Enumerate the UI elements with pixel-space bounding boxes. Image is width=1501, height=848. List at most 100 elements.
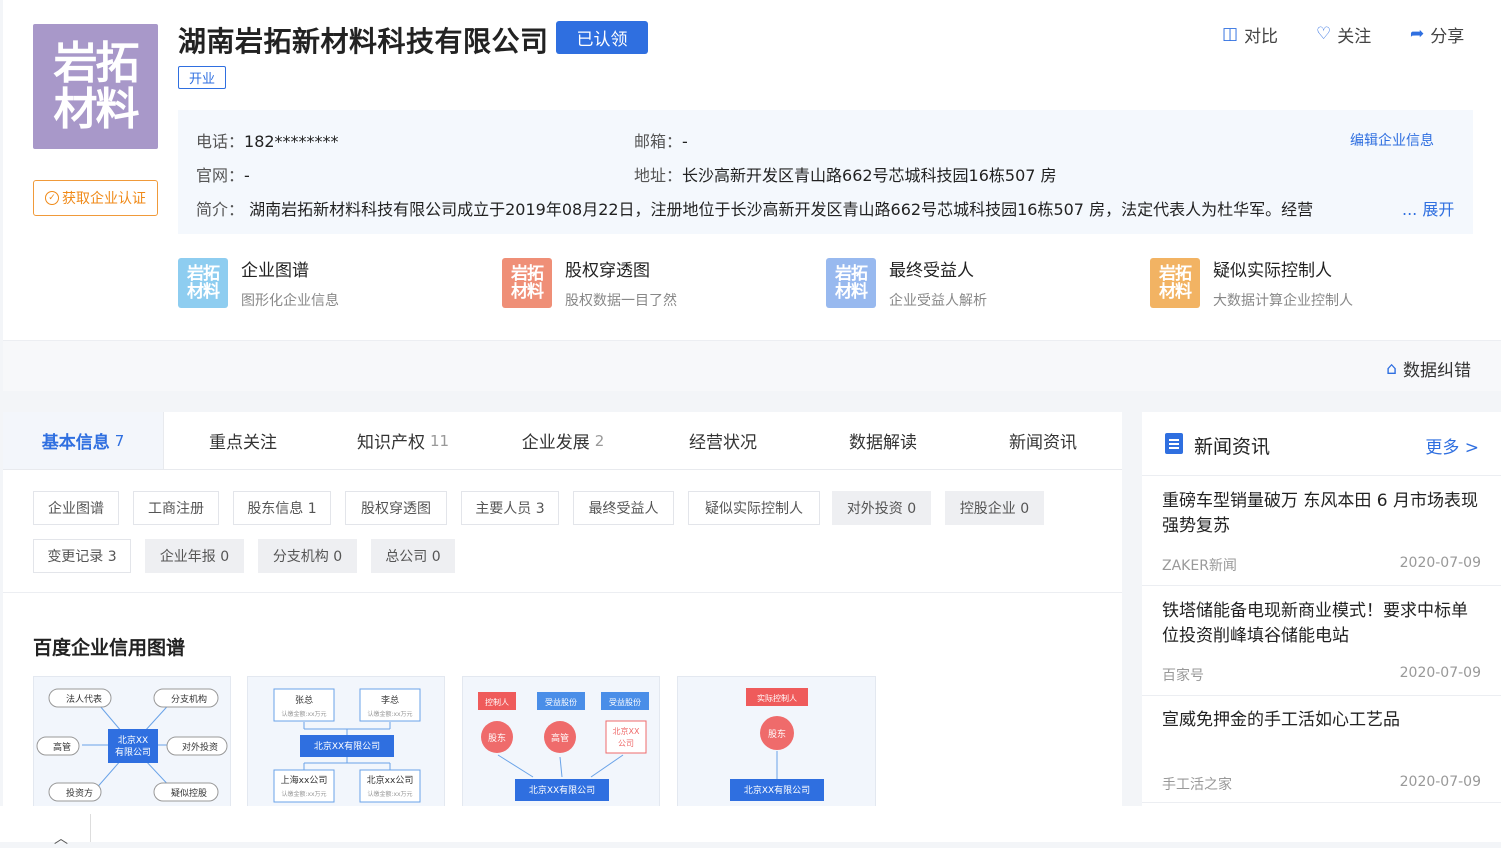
website-row: 官网：-: [196, 166, 250, 185]
data-fix-band: [3, 340, 1501, 391]
equity-center: 北京XX有限公司: [314, 740, 380, 752]
intro-value: 湖南岩拓新材料科技有限公司成立于2019年08月22日，注册地位于长沙高新开发区…: [249, 200, 1314, 219]
feature-logo: 岩拓 材料: [826, 258, 876, 308]
data-correction-button[interactable]: ⌂ 数据纠错: [1386, 356, 1471, 382]
svg-text:认缴金额:xx万元: 认缴金额:xx万元: [367, 710, 412, 718]
graph-node-executive: 高管: [53, 741, 71, 753]
news-item-date: 2020-07-09: [1399, 665, 1481, 681]
expand-link[interactable]: ... 展开: [1402, 196, 1454, 220]
controller-diagram: 实际控制人 股东 北京XX有限公司: [730, 688, 824, 801]
enterprise-graph-diagram: 北京XX 有限公司 法人代表 分支机构 高管 对外投资 投资方 疑似控股: [36, 688, 228, 802]
graph-node-suspected-control: 疑似控股: [171, 787, 207, 799]
news-item-source: ZAKER新闻: [1162, 558, 1237, 574]
tab-ip[interactable]: 知识产权 11: [323, 412, 483, 469]
feature-ultimate-beneficiary[interactable]: 岩拓 材料 最终受益人 企业受益人解析: [826, 256, 1076, 316]
graph-node-legal-rep: 法人代表: [66, 693, 102, 705]
chip-equity-graph[interactable]: 股权穿透图: [345, 491, 447, 525]
tab-operations[interactable]: 经营状况: [643, 412, 803, 469]
graph-node-branch: 分支机构: [171, 693, 207, 705]
chip-beneficiary[interactable]: 最终受益人: [573, 491, 674, 525]
chip-outbound-investment[interactable]: 对外投资 0: [832, 491, 931, 525]
email-value: -: [682, 132, 688, 151]
thumb-enterprise-graph[interactable]: 北京XX 有限公司 法人代表 分支机构 高管 对外投资 投资方 疑似控股: [33, 676, 231, 811]
news-item-title[interactable]: 重磅车型销量破万 东风本田 6 月市场表现强势复苏: [1162, 489, 1484, 539]
company-name: 湖南岩拓新材料科技有限公司: [178, 25, 549, 58]
house-icon: ⌂: [1386, 358, 1397, 379]
credit-graph-title: 百度企业信用图谱: [33, 637, 186, 659]
equity-node-d: 北京xx公司: [367, 774, 414, 786]
news-item-date: 2020-07-09: [1399, 774, 1481, 790]
address-row: 地址：长沙高新开发区青山路662号芯城科技园16栋507 房: [634, 166, 1057, 185]
scroll-top-button[interactable]: ︿: [54, 828, 68, 848]
tab-news[interactable]: 新闻资讯: [963, 412, 1123, 469]
tab-basic-info[interactable]: 基本信息 7: [3, 412, 164, 469]
tab-bar: 基本信息 7 重点关注 知识产权 11 企业发展 2 经营状况 数据解读 新闻资讯: [3, 412, 1122, 470]
news-item-date: 2020-07-09: [1399, 555, 1481, 571]
chip-enterprise-graph[interactable]: 企业图谱: [33, 491, 119, 525]
edit-company-info-link[interactable]: 编辑企业信息: [1350, 130, 1434, 150]
share-button[interactable]: ➦ 分享: [1410, 22, 1464, 47]
equity-node-a: 张总: [295, 694, 313, 706]
beneficiary-center: 北京XX有限公司: [529, 784, 595, 796]
chip-annual-reports[interactable]: 企业年报 0: [145, 539, 244, 573]
tag-actual-controller: 实际控制人: [757, 693, 797, 703]
chip-branches[interactable]: 分支机构 0: [258, 539, 357, 573]
news-separator: [1142, 695, 1501, 696]
address-value: 长沙高新开发区青山路662号芯城科技园16栋507 房: [682, 166, 1057, 185]
chip-shareholders[interactable]: 股东信息 1: [233, 491, 331, 525]
logo-text-line1: 岩拓: [53, 37, 140, 89]
tag-controller: 控制人: [485, 697, 509, 707]
graph-node-investment: 对外投资: [182, 741, 218, 753]
box-company-a: 北京XX: [613, 726, 640, 736]
chip-key-personnel[interactable]: 主要人员 3: [461, 491, 559, 525]
news-item-title[interactable]: 宣威免押金的手工活如心工艺品: [1162, 708, 1484, 733]
email-row: 邮箱：-: [634, 132, 688, 151]
cert-label: 获取企业认证: [62, 191, 146, 207]
chip-actual-controller[interactable]: 疑似实际控制人: [688, 491, 820, 525]
feature-actual-controller[interactable]: 岩拓 材料 疑似实际控制人 大数据计算企业控制人: [1150, 256, 1410, 316]
news-item-title[interactable]: 铁塔储能备电现新商业模式！要求中标单位投资削峰填谷储能电站: [1162, 599, 1484, 649]
thumb-equity-graph[interactable]: 张总 认缴金额:xx万元 李总 认缴金额:xx万元 北京XX有限公司 上海xx公…: [247, 676, 445, 811]
compare-icon: ◫: [1222, 24, 1239, 44]
badge-icon: ✓: [45, 191, 59, 205]
circle-shareholder: 股东: [488, 732, 506, 744]
website-value: -: [244, 166, 250, 185]
svg-text:认缴金额:xx万元: 认缴金额:xx万元: [281, 790, 326, 798]
feature-equity-penetration[interactable]: 岩拓 材料 股权穿透图 股权数据一目了然: [502, 256, 752, 316]
get-certification-button[interactable]: ✓ 获取企业认证: [33, 180, 158, 216]
logo-text-line2: 材料: [53, 83, 140, 135]
circle-executive: 高管: [551, 732, 569, 744]
chip-head-office[interactable]: 总公司 0: [371, 539, 455, 573]
equity-node-c: 上海xx公司: [281, 774, 328, 786]
intro-row: 简介： 湖南岩拓新材料科技有限公司成立于2019年08月22日，注册地位于长沙高…: [196, 200, 1314, 219]
news-title: 新闻资讯: [1194, 436, 1271, 458]
bottom-bar: [0, 806, 1501, 842]
box-company-b: 公司: [618, 739, 634, 748]
claimed-badge[interactable]: 已认领: [556, 21, 648, 54]
news-item-source: 手工活之家: [1162, 777, 1232, 793]
news-separator: [1142, 585, 1501, 586]
company-logo: 岩拓 材料: [33, 24, 158, 149]
share-icon: ➦: [1410, 24, 1425, 44]
tab-data-insight[interactable]: 数据解读: [803, 412, 963, 469]
bottom-divider: [90, 814, 91, 842]
equity-node-b: 李总: [381, 694, 399, 706]
tag-benefit-share: 受益股份: [609, 697, 641, 707]
news-more-link[interactable]: 更多 >: [1425, 433, 1479, 458]
feature-logo: 岩拓 材料: [1150, 258, 1200, 308]
tab-development[interactable]: 企业发展 2: [483, 412, 643, 469]
tab-key-focus[interactable]: 重点关注: [163, 412, 323, 469]
chip-holding-companies[interactable]: 控股企业 0: [945, 491, 1044, 525]
controller-center: 北京XX有限公司: [744, 784, 810, 796]
compare-button[interactable]: ◫ 对比: [1222, 22, 1278, 47]
thumb-actual-controller[interactable]: 实际控制人 股东 北京XX有限公司: [677, 676, 876, 811]
thumb-beneficiary[interactable]: 控制人 受益股份 受益股份 股东 高管 北京XX 公司 北京XX有限公司: [462, 676, 660, 811]
document-icon: [1165, 433, 1183, 454]
tag-benefit-share: 受益股份: [545, 697, 577, 707]
follow-button[interactable]: ♡ 关注: [1316, 22, 1371, 47]
feature-enterprise-graph[interactable]: 岩拓 材料 企业图谱 图形化企业信息: [178, 256, 428, 316]
chip-change-records[interactable]: 变更记录 3: [33, 539, 131, 573]
beneficiary-diagram: 控制人 受益股份 受益股份 股东 高管 北京XX 公司 北京XX有限公司: [478, 692, 649, 801]
chip-business-registration[interactable]: 工商注册: [133, 491, 219, 525]
heart-icon: ♡: [1316, 24, 1332, 44]
